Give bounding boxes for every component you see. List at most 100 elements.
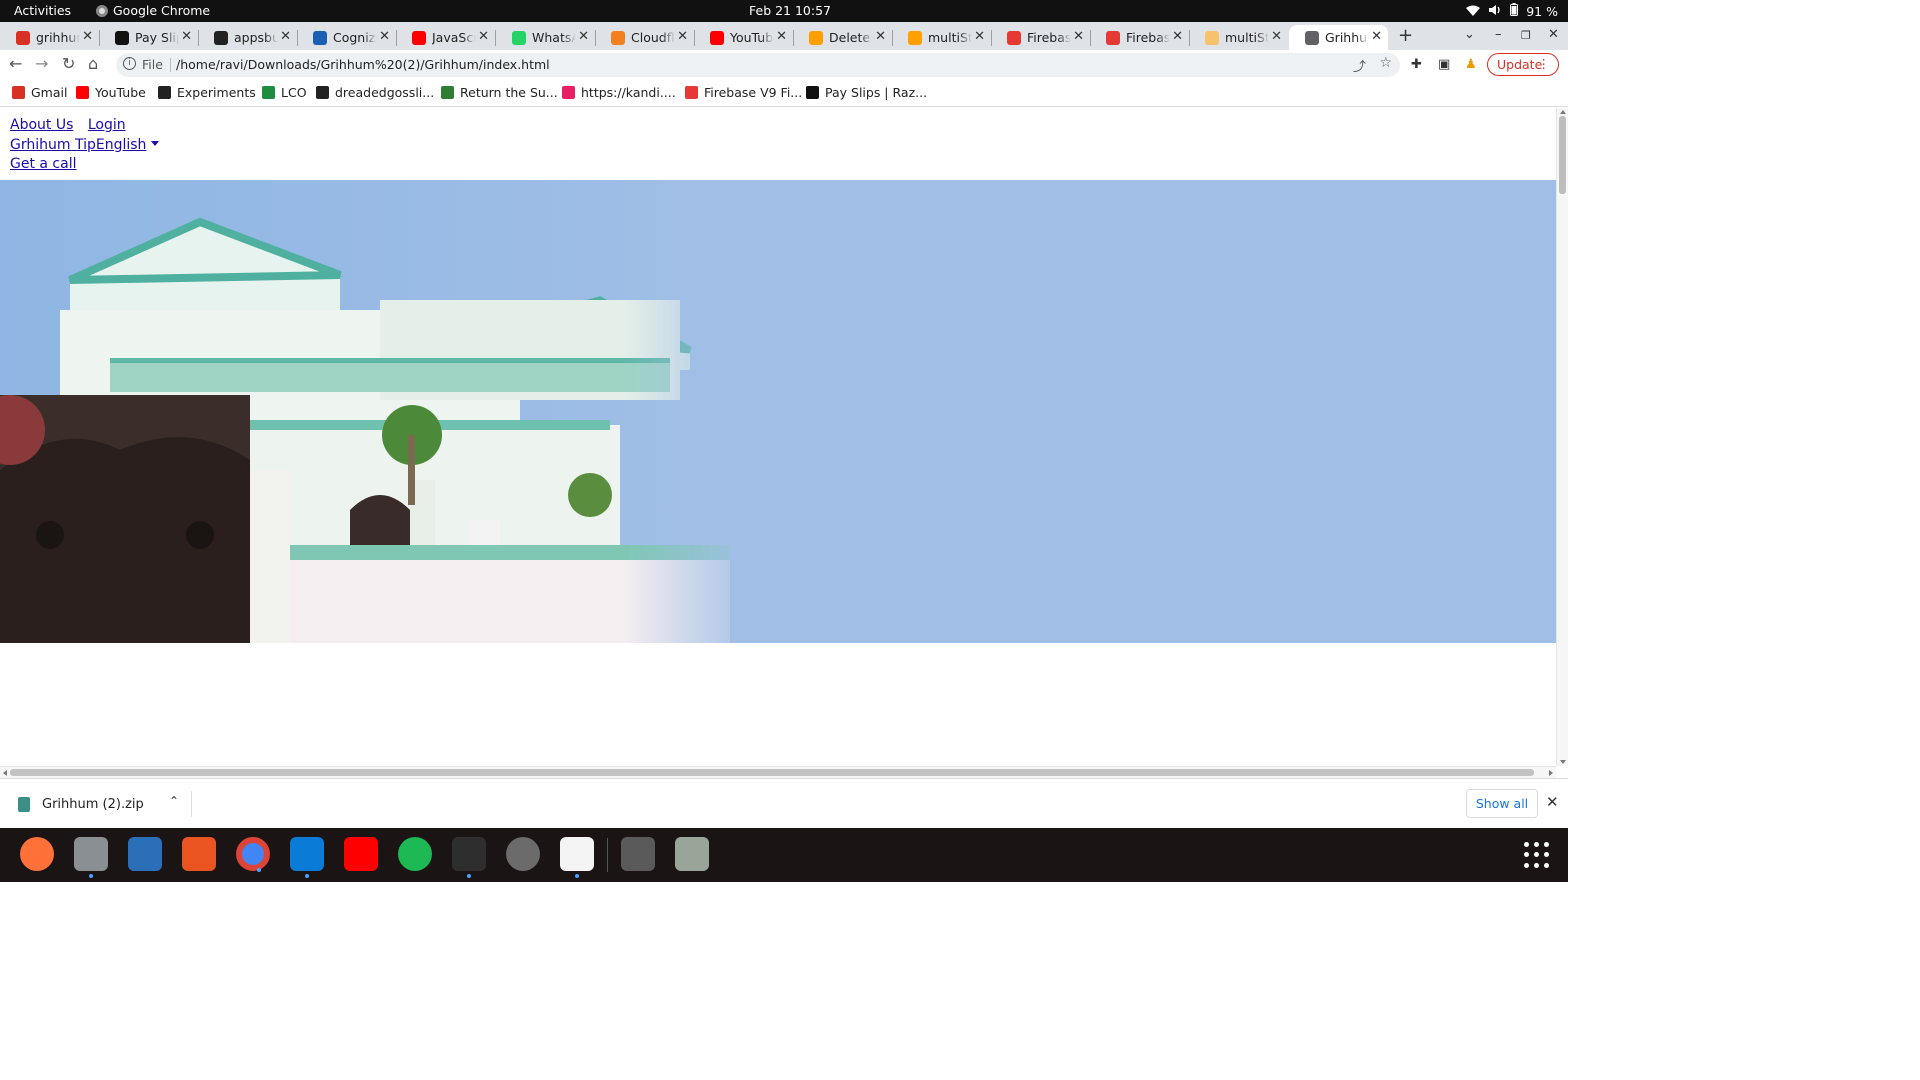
tab-11[interactable]: Firebase✕ [1090,25,1190,50]
tab-close-icon[interactable]: ✕ [1073,29,1084,44]
home-icon[interactable]: ⌂ [88,54,98,73]
tab-2[interactable]: appsbuc✕ [198,25,298,50]
spotify-icon[interactable] [398,837,432,871]
address-bar[interactable]: i File /home/ravi/Downloads/Grihhum%20(2… [116,53,1400,77]
tab-8[interactable]: Delete d✕ [793,25,893,50]
tab-close-icon[interactable]: ✕ [1172,29,1183,44]
tab-3[interactable]: Cogniza✕ [297,25,397,50]
tab-0[interactable]: grihhum✕ [0,25,100,50]
scroll-left-icon[interactable] [3,770,7,776]
show-all-button[interactable]: Show all [1466,789,1538,818]
tab-7[interactable]: YouTube✕ [694,25,794,50]
tab-title: Delete d [829,30,873,45]
trash-icon[interactable] [675,837,709,871]
scroll-right-icon[interactable] [1549,770,1553,776]
ssd-drive-icon[interactable] [621,837,655,871]
url-text[interactable]: /home/ravi/Downloads/Grihhum%20(2)/Grihh… [176,57,550,72]
forward-icon[interactable]: → [35,54,48,73]
tab-5[interactable]: WhatsAp✕ [496,25,596,50]
tip-language-dropdown[interactable]: Grhihum TipEnglish [10,137,146,153]
scroll-down-icon[interactable] [1560,760,1566,764]
login-link[interactable]: Login [88,117,126,133]
extensions-icon[interactable]: ✚ [1411,57,1422,72]
get-a-call-link[interactable]: Get a call [10,156,77,172]
tab-close-icon[interactable]: ✕ [280,29,291,44]
reload-icon[interactable]: ↻ [62,54,75,73]
tab-13[interactable]: Grihhum✕ [1289,25,1388,50]
scroll-thumb[interactable] [10,769,1534,776]
tab-12[interactable]: multiSto✕ [1189,25,1288,50]
firebase-icon [809,30,823,45]
tab-close-icon[interactable]: ✕ [875,29,886,44]
bookmark-label: Firebase V9 Fi... [704,85,803,100]
tab-close-icon[interactable]: ✕ [181,29,192,44]
settings-icon[interactable] [506,837,540,871]
tab-close-icon[interactable]: ✕ [1271,29,1282,44]
clock[interactable]: Feb 21 10:57 [749,3,831,18]
bookmark-item[interactable]: Firebase V9 Fi... [685,85,802,100]
cloudflare-icon [611,30,625,45]
info-icon[interactable]: i [123,57,136,70]
bookmark-item[interactable]: Experiments [158,85,256,100]
about-us-link[interactable]: About Us [10,117,73,133]
tab-close-icon[interactable]: ✕ [379,29,390,44]
app-store-icon[interactable] [182,837,216,871]
youtube-icon [710,30,724,45]
bookmark-item[interactable]: Pay Slips | Raz... [806,85,927,100]
window-close-icon[interactable]: ✕ [1548,27,1559,42]
bookmark-item[interactable]: Return the Su... [441,85,558,100]
horizontal-scrollbar[interactable] [0,766,1556,778]
tab-close-icon[interactable]: ✕ [1371,29,1382,44]
tab-search-icon[interactable]: ⌄ [1464,27,1475,42]
chevron-up-icon[interactable]: ⌃ [169,794,179,808]
bookmark-item[interactable]: Gmail [12,85,67,100]
bookmark-item[interactable]: dreadedgossli... [316,85,434,100]
profile-icon[interactable]: ♟ [1465,57,1477,72]
scroll-up-icon[interactable] [1560,110,1566,114]
writer-icon[interactable] [128,837,162,871]
tab-1[interactable]: Pay Slips✕ [99,25,199,50]
vscode-icon[interactable] [290,837,324,878]
tab-title: Grihhum [1325,30,1369,45]
tab-4[interactable]: JavaScri✕ [396,25,496,50]
tab-title: appsbuc [234,30,278,45]
firefox-icon[interactable] [20,837,54,871]
back-icon[interactable]: ← [9,54,22,73]
show-apps-icon[interactable] [1524,842,1550,868]
tab-close-icon[interactable]: ✕ [82,29,93,44]
download-item[interactable]: Grihhum (2).zip ⌃ [14,791,192,817]
tab-6[interactable]: Cloudfla✕ [595,25,695,50]
bookmark-item[interactable]: LCO [262,85,307,100]
app-menu[interactable]: Google Chrome [96,3,210,18]
close-shelf-icon[interactable]: ✕ [1546,793,1559,811]
tab-close-icon[interactable]: ✕ [776,29,787,44]
text-editor-icon[interactable] [560,837,594,878]
firebase-pin-icon [1007,30,1021,45]
minimize-icon[interactable]: – [1495,27,1502,42]
side-panel-icon[interactable]: ▣ [1438,57,1450,72]
tab-close-icon[interactable]: ✕ [478,29,489,44]
caret-down-icon[interactable] [151,140,160,146]
bookmark-label: LCO [281,85,307,100]
tab-9[interactable]: multiSto✕ [892,25,992,50]
restore-icon[interactable]: ❐ [1521,29,1531,42]
vertical-scrollbar[interactable] [1556,108,1568,766]
scroll-thumb[interactable] [1559,116,1566,194]
tab-close-icon[interactable]: ✕ [974,29,985,44]
files-icon[interactable] [74,837,108,878]
bookmark-item[interactable]: YouTube [76,85,146,100]
terminal-icon[interactable] [452,837,486,878]
url-scheme: File [142,57,163,72]
youtube-icon[interactable] [344,837,378,871]
bookmark-item[interactable]: https://kandi.... [562,85,676,100]
update-button[interactable]: Update ⋮ [1487,53,1559,76]
system-tray[interactable]: 91 % [1466,3,1558,19]
bookmark-star-icon[interactable]: ☆ [1379,55,1392,71]
chrome-icon[interactable] [236,837,270,872]
share-icon[interactable]: ⤴ [1353,56,1366,75]
tab-close-icon[interactable]: ✕ [578,29,589,44]
tab-10[interactable]: Firebase✕ [991,25,1091,50]
activities-button[interactable]: Activities [14,3,71,18]
tab-close-icon[interactable]: ✕ [677,29,688,44]
new-tab-button[interactable]: + [1398,25,1413,46]
